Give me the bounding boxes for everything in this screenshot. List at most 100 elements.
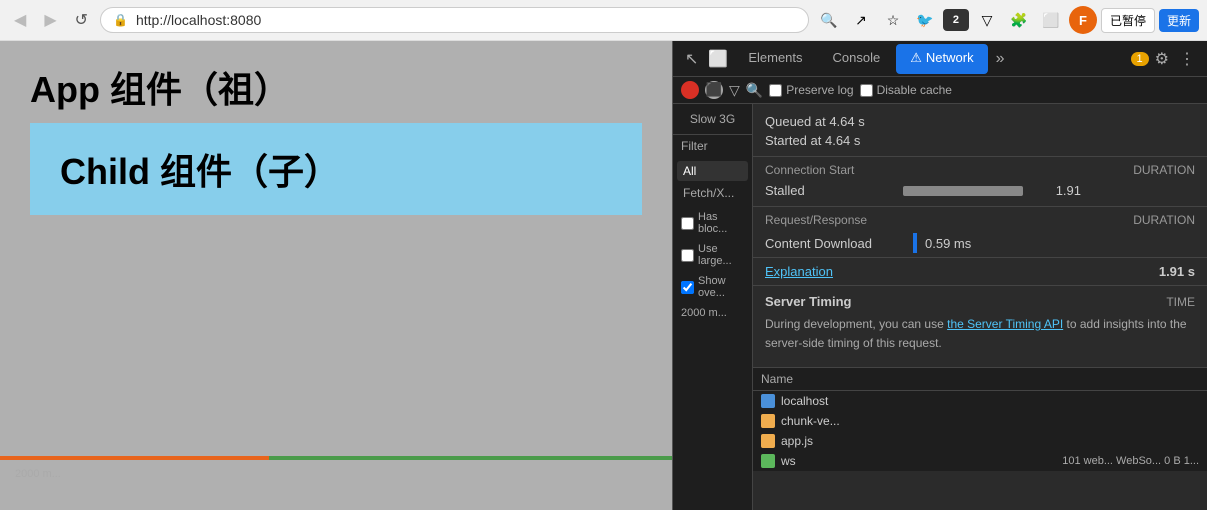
ext2-icon[interactable]: 2 <box>943 9 969 31</box>
chunk-icon <box>761 414 775 428</box>
tab-console[interactable]: Console <box>819 44 895 73</box>
chunk-label: chunk-ve... <box>781 414 840 428</box>
started-text: Started at 4.64 s <box>753 131 1207 156</box>
main-area: App 组件（祖） Child 组件（子） 2000 m... ↖ ⬜ Elem… <box>0 41 1207 510</box>
filter-all[interactable]: All <box>677 161 748 181</box>
has-blocked-label: Has bloc... <box>698 211 744 235</box>
content-download-label: Content Download <box>765 236 905 251</box>
record-button[interactable] <box>681 81 699 99</box>
app-title: App 组件（祖） <box>30 61 642 113</box>
ws-info: 101 web... WebSo... 0 B 1... <box>1062 455 1199 467</box>
has-blocked-checkbox[interactable]: Has bloc... <box>673 207 752 239</box>
request-response-header: Request/Response DURATION <box>753 206 1207 229</box>
child-component: Child 组件（子） <box>30 123 642 215</box>
menu-icon[interactable]: ⋮ <box>1175 45 1199 73</box>
content-download-bar <box>913 233 917 253</box>
toolbar-icons: 🔍 ↗ ☆ 🐦 2 ▽ 🧩 ⬜ F 已暂停 更新 <box>815 6 1199 34</box>
device-icon[interactable]: ⬜ <box>704 45 732 73</box>
explanation-row: Explanation 1.91 s <box>753 257 1207 285</box>
filter-buttons: All Fetch/X... <box>673 157 752 207</box>
ext4-icon[interactable]: 🧩 <box>1005 6 1033 34</box>
list-item-appjs[interactable]: app.js <box>753 431 1207 451</box>
connection-start-header: Connection Start DURATION <box>753 156 1207 179</box>
server-timing-text: During development, you can use <box>765 317 947 331</box>
settings-icon[interactable]: ⚙ <box>1151 45 1173 73</box>
timeline-bar <box>0 456 672 460</box>
name-list: Name localhost chunk-ve... app.js <box>753 367 1207 471</box>
preserve-log-checkbox[interactable]: Preserve log <box>769 83 853 97</box>
ext3-icon[interactable]: ▽ <box>973 6 1001 34</box>
queued-text: Queued at 4.64 s <box>753 112 1207 131</box>
localhost-icon <box>761 394 775 408</box>
network-main: Queued at 4.64 s Started at 4.64 s Conne… <box>753 104 1207 510</box>
share-icon[interactable]: ↗ <box>847 6 875 34</box>
timeline-value: 2000 m... <box>673 303 752 323</box>
zoom-icon[interactable]: 🔍 <box>815 6 843 34</box>
search-icon[interactable]: 🔍 <box>746 82 763 99</box>
forward-button[interactable]: ▶ <box>38 8 62 32</box>
localhost-label: localhost <box>781 394 828 408</box>
warning-icon: ⚠ <box>910 50 922 66</box>
child-title: Child 组件（子） <box>60 143 612 195</box>
list-item-localhost[interactable]: localhost <box>753 391 1207 411</box>
reload-button[interactable]: ↺ <box>69 8 94 32</box>
devtools-panel: ↖ ⬜ Elements Console ⚠ Network » 1 ⚙ ⋮ ⬛… <box>672 41 1207 510</box>
show-overview-label: Show ove... <box>698 275 744 299</box>
explanation-link[interactable]: Explanation <box>765 264 833 279</box>
lock-icon: 🔒 <box>113 13 128 27</box>
duration-label2: DURATION <box>1133 213 1195 227</box>
filter-icon[interactable]: ▽ <box>729 82 740 99</box>
address-bar[interactable]: 🔒 http://localhost:8080 <box>100 7 809 33</box>
window-icon[interactable]: ⬜ <box>1037 6 1065 34</box>
update-button[interactable]: 更新 <box>1159 9 1199 32</box>
duration-label: DURATION <box>1133 163 1195 177</box>
devtools-tabs: ↖ ⬜ Elements Console ⚠ Network » 1 ⚙ ⋮ <box>673 41 1207 77</box>
network-toolbar: ⬛ ▽ 🔍 Preserve log Disable cache <box>673 77 1207 104</box>
use-large-checkbox[interactable]: Use large... <box>673 239 752 271</box>
filter-fetch[interactable]: Fetch/X... <box>677 183 748 203</box>
browser-chrome: ◀ ▶ ↺ 🔒 http://localhost:8080 🔍 ↗ ☆ 🐦 2 … <box>0 0 1207 41</box>
time-col: TIME <box>1166 295 1195 309</box>
tab-network-label: Network <box>926 50 974 65</box>
disable-cache-checkbox[interactable]: Disable cache <box>860 83 952 97</box>
show-overview-checkbox[interactable]: Show ove... <box>673 271 752 303</box>
user-avatar[interactable]: F <box>1069 6 1097 34</box>
stalled-label: Stalled <box>765 183 895 198</box>
appjs-label: app.js <box>781 434 813 448</box>
stalled-value: 1.91 <box>1031 183 1081 198</box>
server-timing-body: During development, you can use the Serv… <box>765 309 1195 359</box>
slow3g-button[interactable]: Slow 3G <box>673 104 752 135</box>
ws-icon <box>761 454 775 468</box>
page-content: App 组件（祖） Child 组件（子） 2000 m... <box>0 41 672 510</box>
connection-start-label: Connection Start <box>765 163 854 177</box>
cursor-icon[interactable]: ↖ <box>681 45 702 73</box>
filter-label: Filter <box>673 135 752 157</box>
appjs-icon <box>761 434 775 448</box>
stop-button[interactable]: ⬛ <box>705 81 723 99</box>
star-icon[interactable]: ☆ <box>879 6 907 34</box>
server-timing-header: Server Timing TIME <box>765 294 1195 309</box>
request-response-label: Request/Response <box>765 213 867 227</box>
server-timing-api-link[interactable]: the Server Timing API <box>947 317 1063 331</box>
content-download-value: 0.59 ms <box>925 236 971 251</box>
use-large-label: Use large... <box>698 243 744 267</box>
ext1-icon[interactable]: 🐦 <box>911 6 939 34</box>
name-header: Name <box>753 368 1207 391</box>
preserve-log-label: Preserve log <box>786 83 853 97</box>
timing-panel: Queued at 4.64 s Started at 4.64 s Conne… <box>753 104 1207 510</box>
stalled-bar <box>903 186 1023 196</box>
tab-elements[interactable]: Elements <box>734 44 816 73</box>
name-col-label: Name <box>761 372 793 386</box>
list-item-ws[interactable]: ws 101 web... WebSo... 0 B 1... <box>753 451 1207 471</box>
disable-cache-label: Disable cache <box>877 83 952 97</box>
error-badge: 1 <box>1131 52 1149 66</box>
tab-network[interactable]: ⚠ Network <box>896 44 987 74</box>
timeline-label: 2000 m... <box>15 468 61 480</box>
paused-button[interactable]: 已暂停 <box>1101 8 1155 33</box>
network-content: Slow 3G Filter All Fetch/X... Has bloc..… <box>673 104 1207 510</box>
list-item-chunk[interactable]: chunk-ve... <box>753 411 1207 431</box>
more-tabs-button[interactable]: » <box>990 46 1011 72</box>
browser-toolbar: ◀ ▶ ↺ 🔒 http://localhost:8080 🔍 ↗ ☆ 🐦 2 … <box>0 0 1207 41</box>
content-download-row: Content Download 0.59 ms <box>753 229 1207 257</box>
back-button[interactable]: ◀ <box>8 8 32 32</box>
